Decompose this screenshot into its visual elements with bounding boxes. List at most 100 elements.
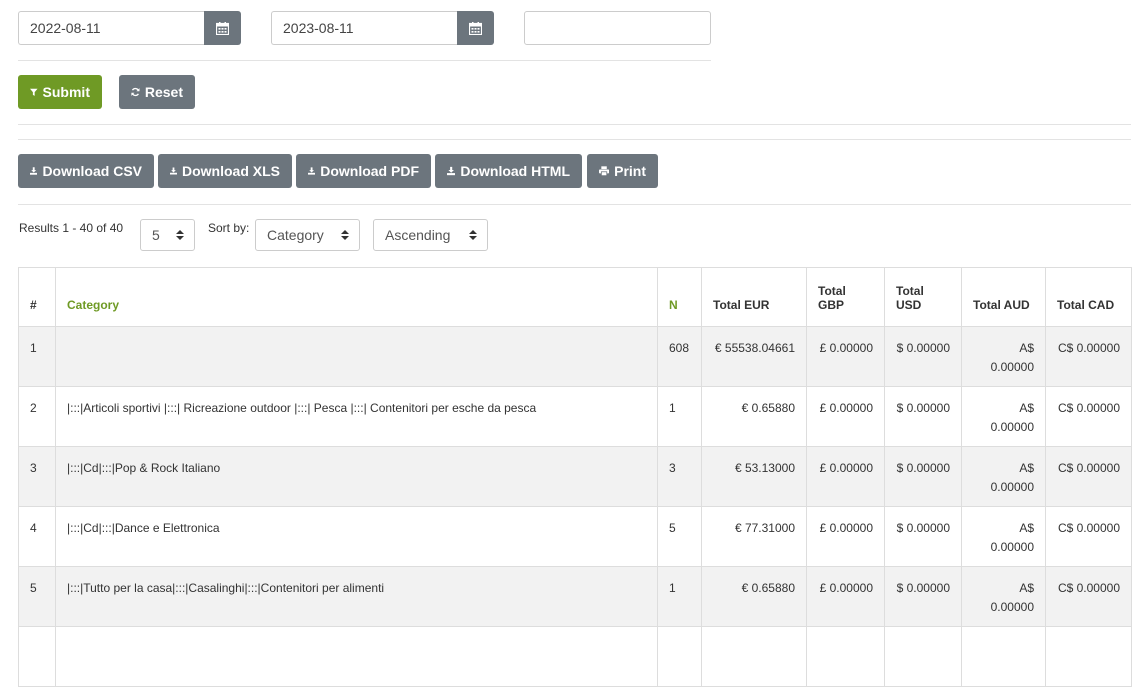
cell-n: 1 (657, 386, 702, 447)
cell-n: 5 (657, 506, 702, 567)
sort-field-select[interactable]: Category (255, 219, 360, 251)
print-label: Print (614, 163, 646, 179)
cell-gbp (806, 626, 885, 687)
download-icon (447, 166, 456, 176)
cell-gbp: £ 0.00000 (806, 506, 885, 567)
cell-cad: C$ 0.00000 (1045, 566, 1132, 627)
sort-order-select[interactable]: Ascending (373, 219, 488, 251)
cell-index: 2 (18, 386, 56, 447)
cell-cad (1045, 626, 1132, 687)
cell-cad: C$ 0.00000 (1045, 506, 1132, 567)
cell-category: |:::|Cd|:::|Pop & Rock Italiano (55, 446, 658, 507)
download-html-label: Download HTML (460, 163, 570, 179)
cell-cad: C$ 0.00000 (1045, 326, 1132, 387)
cell-aud: A$ 0.00000 (961, 386, 1046, 447)
cell-n: 1 (657, 566, 702, 627)
table-row: 5 |:::|Tutto per la casa|:::|Casalinghi|… (18, 566, 1132, 627)
refresh-icon (131, 87, 140, 97)
calendar-icon (469, 21, 482, 35)
col-header-cad: Total CAD (1045, 267, 1132, 327)
cell-category: |:::|Tutto per la casa|:::|Casalinghi|::… (55, 566, 658, 627)
date-to-input[interactable]: 2023-08-11 (271, 11, 457, 45)
date-to-calendar-button[interactable] (457, 11, 494, 45)
cell-eur (701, 626, 807, 687)
cell-usd (884, 626, 962, 687)
cell-usd: $ 0.00000 (884, 386, 962, 447)
sort-order-value: Ascending (385, 227, 451, 243)
cell-index: 5 (18, 566, 56, 627)
cell-n: 3 (657, 446, 702, 507)
date-from-calendar-button[interactable] (204, 11, 241, 45)
cell-n (657, 626, 702, 687)
date-to-group: 2023-08-11 (271, 11, 494, 45)
download-csv-label: Download CSV (42, 163, 142, 179)
extra-filter-input[interactable] (524, 11, 711, 45)
cell-category (55, 626, 658, 687)
cell-n: 608 (657, 326, 702, 387)
download-csv-button[interactable]: Download CSV (18, 154, 154, 188)
cell-aud: A$ 0.00000 (961, 446, 1046, 507)
cell-gbp: £ 0.00000 (806, 386, 885, 447)
cell-cad: C$ 0.00000 (1045, 386, 1132, 447)
cell-aud: A$ 0.00000 (961, 326, 1046, 387)
sort-arrows-icon (176, 230, 184, 240)
cell-index (18, 626, 56, 687)
col-header-usd: Total USD (884, 267, 962, 327)
print-button[interactable]: Print (587, 154, 658, 188)
results-table: # Category N Total EUR Total GBP Total U… (18, 267, 1132, 687)
results-summary: Results 1 - 40 of 40 (19, 221, 124, 235)
cell-index: 4 (18, 506, 56, 567)
cell-usd: $ 0.00000 (884, 506, 962, 567)
cell-eur: € 0.65880 (701, 566, 807, 627)
calendar-icon (216, 21, 229, 35)
download-xls-label: Download XLS (182, 163, 280, 179)
per-page-value: 5 (152, 227, 160, 243)
section-divider-2 (18, 139, 1131, 140)
col-header-index: # (18, 267, 56, 327)
cell-aud: A$ 0.00000 (961, 566, 1046, 627)
cell-gbp: £ 0.00000 (806, 326, 885, 387)
cell-gbp: £ 0.00000 (806, 446, 885, 507)
download-icon (308, 167, 316, 175)
download-pdf-label: Download PDF (320, 163, 419, 179)
col-header-gbp: Total GBP (806, 267, 885, 327)
cell-eur: € 77.31000 (701, 506, 807, 567)
table-row: 2 |:::|Articoli sportivi |:::| Ricreazio… (18, 386, 1132, 447)
cell-index: 3 (18, 446, 56, 507)
cell-eur: € 55538.04661 (701, 326, 807, 387)
per-page-select[interactable]: 5 (140, 219, 195, 251)
cell-gbp: £ 0.00000 (806, 566, 885, 627)
table-header-row: # Category N Total EUR Total GBP Total U… (18, 267, 1132, 327)
col-header-n[interactable]: N (657, 267, 702, 327)
col-header-eur: Total EUR (701, 267, 807, 327)
download-xls-button[interactable]: Download XLS (158, 154, 292, 188)
cell-aud: A$ 0.00000 (961, 506, 1046, 567)
cell-eur: € 0.65880 (701, 386, 807, 447)
filter-icon (30, 88, 38, 96)
cell-aud (961, 626, 1046, 687)
download-html-button[interactable]: Download HTML (435, 154, 582, 188)
download-icon (170, 167, 177, 175)
sort-arrows-icon (341, 230, 349, 240)
cell-index: 1 (18, 326, 56, 387)
table-row: 3 |:::|Cd|:::|Pop & Rock Italiano 3 € 53… (18, 446, 1132, 507)
cell-category: |:::|Articoli sportivi |:::| Ricreazione… (55, 386, 658, 447)
date-from-input[interactable]: 2022-08-11 (18, 11, 204, 45)
sort-arrows-icon (469, 230, 477, 240)
cell-cad: C$ 0.00000 (1045, 446, 1132, 507)
section-divider-3 (18, 204, 1131, 205)
cell-usd: $ 0.00000 (884, 326, 962, 387)
cell-eur: € 53.13000 (701, 446, 807, 507)
cell-category: |:::|Cd|:::|Dance e Elettronica (55, 506, 658, 567)
filter-divider (18, 60, 711, 61)
reset-button[interactable]: Reset (119, 75, 195, 109)
col-header-category[interactable]: Category (55, 267, 658, 327)
table-row: 1 608 € 55538.04661 £ 0.00000 $ 0.00000 … (18, 326, 1132, 387)
sort-by-label: Sort by: (208, 221, 250, 235)
submit-label: Submit (42, 84, 90, 100)
submit-button[interactable]: Submit (18, 75, 102, 109)
reset-label: Reset (144, 84, 183, 100)
section-divider-1 (18, 124, 1131, 125)
cell-usd: $ 0.00000 (884, 566, 962, 627)
download-pdf-button[interactable]: Download PDF (296, 154, 431, 188)
